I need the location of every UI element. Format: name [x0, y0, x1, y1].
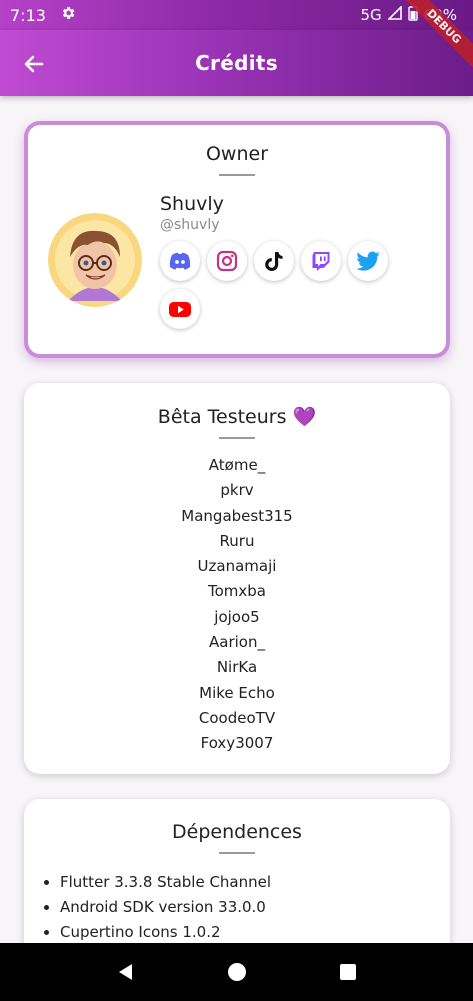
- list-item: NirKa: [216, 658, 258, 677]
- network-label: 5G: [360, 6, 382, 24]
- instagram-icon: [216, 250, 238, 272]
- tiktok-icon: [265, 252, 283, 271]
- owner-name: Shuvly: [160, 193, 224, 215]
- discord-icon: [169, 252, 191, 270]
- twitter-button[interactable]: [348, 241, 388, 281]
- social-links: [160, 241, 400, 329]
- status-bar: 7:13 5G 69%: [0, 0, 473, 30]
- list-item: Aarion_: [209, 633, 265, 652]
- status-time: 7:13: [10, 5, 46, 25]
- list-item: CoodeoTV: [198, 708, 276, 727]
- twitch-button[interactable]: [301, 241, 341, 281]
- instagram-button[interactable]: [207, 241, 247, 281]
- list-item: Flutter 3.3.8 Stable Channel: [60, 870, 450, 895]
- nav-back-button[interactable]: [106, 952, 146, 992]
- gear-icon: [60, 5, 76, 25]
- circle-home-icon: [227, 963, 246, 981]
- youtube-icon: [169, 302, 191, 317]
- list-item: pkrv: [220, 481, 254, 500]
- dependency-list: Flutter 3.3.8 Stable Channel Android SDK…: [60, 870, 450, 943]
- list-item: Tomxba: [208, 582, 266, 601]
- owner-handle: @shuvly: [160, 217, 220, 233]
- list-item: Uzanamaji: [197, 557, 277, 576]
- list-item: Foxy3007: [200, 734, 274, 753]
- beta-testers-card: Bêta Testeurs 💜 Atøme_ pkrv Mangabest315…: [24, 383, 450, 774]
- app-bar: Crédits: [0, 30, 473, 96]
- nav-home-button[interactable]: [217, 952, 257, 992]
- title-divider: [219, 437, 255, 439]
- twitch-icon: [312, 252, 330, 271]
- youtube-button[interactable]: [160, 289, 200, 329]
- avatar: [48, 213, 142, 307]
- owner-card: Owner Shuvly @shuvly: [24, 121, 450, 358]
- list-item: Ruru: [219, 531, 255, 550]
- owner-section-title: Owner: [205, 143, 269, 165]
- list-item: Cupertino Icons 1.0.2: [60, 920, 450, 943]
- square-recents-icon: [339, 964, 356, 980]
- nav-recents-button[interactable]: [328, 952, 368, 992]
- list-item: Android SDK version 33.0.0: [60, 895, 450, 920]
- page-title: Crédits: [195, 51, 278, 75]
- tiktok-button[interactable]: [254, 241, 294, 281]
- battery-percent: 69%: [423, 6, 457, 24]
- list-item: jojoo5: [214, 607, 260, 626]
- list-item: Mike Echo: [199, 683, 275, 702]
- title-divider: [219, 174, 255, 176]
- dependencies-section-title: Dépendences: [172, 821, 302, 843]
- system-nav-bar: [0, 943, 473, 1001]
- dependencies-card: Dépendences Flutter 3.3.8 Stable Channel…: [24, 799, 450, 943]
- signal-icon: [386, 5, 402, 24]
- beta-section-title: Bêta Testeurs 💜: [157, 406, 317, 428]
- credits-content[interactable]: Owner Shuvly @shuvly Bêta Testeurs 💜 Atø…: [0, 96, 473, 943]
- battery-icon: [407, 5, 418, 25]
- list-item: Mangabest315: [181, 506, 293, 525]
- arrow-left-icon: [24, 55, 44, 73]
- triangle-back-icon: [118, 964, 132, 980]
- tester-list: Atøme_ pkrv Mangabest315 Ruru Uzanamaji …: [24, 453, 450, 757]
- twitter-icon: [356, 251, 380, 271]
- list-item: Atøme_: [208, 456, 266, 474]
- discord-button[interactable]: [160, 241, 200, 281]
- back-button[interactable]: [18, 48, 50, 80]
- title-divider: [219, 852, 255, 854]
